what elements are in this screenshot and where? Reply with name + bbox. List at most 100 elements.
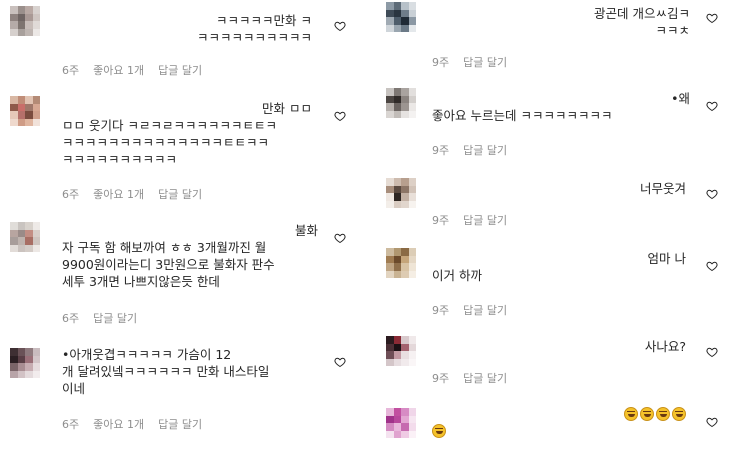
- avatar-pixel: [408, 358, 416, 366]
- avatar-pixel: [393, 430, 401, 438]
- avatar-pixel: [17, 222, 25, 230]
- avatar[interactable]: [386, 248, 416, 278]
- avatar-pixel: [401, 358, 409, 366]
- avatar-pixel: [386, 9, 394, 17]
- avatar-pixel: [401, 200, 409, 208]
- avatar[interactable]: [386, 178, 416, 208]
- avatar-pixel: [393, 103, 401, 111]
- avatar-pixel: [32, 118, 40, 126]
- avatar-pixel: [386, 343, 394, 351]
- avatar-pixel: [386, 351, 394, 359]
- laughing-crying-emoji: [640, 407, 654, 421]
- avatar-pixel: [393, 336, 401, 344]
- reply-button[interactable]: 답글 달기: [463, 214, 507, 227]
- avatar-pixel: [386, 430, 394, 438]
- avatar-pixel: [393, 263, 401, 271]
- avatar-pixel: [32, 237, 40, 245]
- like-heart-icon[interactable]: [334, 110, 346, 122]
- likes-count-button[interactable]: 좋아요 1개: [93, 64, 144, 77]
- comment-item: •왜 좋아요 누르는데 ㅋㅋㅋㅋㅋㅋㅋㅋ 9주 답글 달기: [372, 84, 732, 158]
- reply-button[interactable]: 답글 달기: [463, 144, 507, 157]
- comment-text: 만화 ㅁㅁ ㅁㅁ 웃기다 ㅋㄹㅋㄹㅋㅋㅋㅋㅋㅋㅌㅌㅋ ㅋㅋㅋㅋㅋㅋㅋㅋㅋㅋㅋㅋㅋㅋ…: [62, 101, 312, 167]
- comment-item: 만화 ㅁㅁ ㅁㅁ 웃기다 ㅋㄹㅋㄹㅋㅋㅋㅋㅋㅋㅌㅌㅋ ㅋㅋㅋㅋㅋㅋㅋㅋㅋㅋㅋㅋㅋㅋ…: [0, 88, 366, 201]
- avatar-pixel: [401, 9, 409, 17]
- avatar-pixel: [401, 351, 409, 359]
- like-heart-icon[interactable]: [706, 346, 718, 358]
- comment-item: 너무웃겨 9주 답글 달기: [372, 170, 732, 230]
- comment-meta: 6주 답글 달기: [62, 310, 151, 326]
- avatar[interactable]: [386, 336, 416, 366]
- avatar-pixel: [401, 336, 409, 344]
- avatar-pixel: [401, 255, 409, 263]
- avatar-pixel: [401, 430, 409, 438]
- likes-count-button[interactable]: 좋아요 1개: [93, 418, 144, 431]
- avatar-pixel: [386, 24, 394, 32]
- like-heart-icon[interactable]: [334, 232, 346, 244]
- reply-button[interactable]: 답글 달기: [463, 304, 507, 317]
- comment-text: [432, 406, 688, 440]
- comment-time: 9주: [432, 56, 450, 69]
- avatar-pixel: [17, 237, 25, 245]
- avatar-pixel: [25, 222, 33, 230]
- avatar-pixel: [393, 423, 401, 431]
- comment-time: 6주: [62, 64, 80, 77]
- avatar[interactable]: [10, 222, 40, 252]
- like-heart-icon[interactable]: [706, 416, 718, 428]
- like-heart-icon[interactable]: [334, 20, 346, 32]
- reply-button[interactable]: 답글 달기: [158, 188, 202, 201]
- avatar[interactable]: [386, 408, 416, 438]
- like-heart-icon[interactable]: [706, 100, 718, 112]
- avatar[interactable]: [10, 96, 40, 126]
- avatar[interactable]: [386, 88, 416, 118]
- avatar-pixel: [10, 355, 18, 363]
- comment-time: 6주: [62, 418, 80, 431]
- avatar-pixel: [17, 370, 25, 378]
- avatar-pixel: [393, 351, 401, 359]
- avatar-pixel: [17, 96, 25, 104]
- avatar-pixel: [25, 111, 33, 119]
- reply-button[interactable]: 답글 달기: [463, 372, 507, 385]
- avatar-pixel: [401, 408, 409, 416]
- like-heart-icon[interactable]: [706, 12, 718, 24]
- avatar-pixel: [408, 423, 416, 431]
- avatar-pixel: [386, 358, 394, 366]
- avatar-pixel: [386, 415, 394, 423]
- comment-time: 9주: [432, 304, 450, 317]
- avatar-pixel: [393, 415, 401, 423]
- like-heart-icon[interactable]: [706, 188, 718, 200]
- like-heart-icon[interactable]: [706, 260, 718, 272]
- avatar-pixel: [401, 263, 409, 271]
- comment-time: 9주: [432, 144, 450, 157]
- avatar-pixel: [401, 95, 409, 103]
- avatar[interactable]: [10, 6, 40, 36]
- avatar-pixel: [393, 88, 401, 96]
- avatar-pixel: [408, 351, 416, 359]
- likes-count-button[interactable]: 좋아요 1개: [93, 188, 144, 201]
- avatar-pixel: [25, 237, 33, 245]
- comment-item: ㅋㅋㅋㅋㅋ만화 ㅋ ㅋㅋㅋㅋㅋㅋㅋㅋㅋㅋ 6주 좋아요 1개 답글 달기: [0, 0, 366, 80]
- reply-button[interactable]: 답글 달기: [158, 64, 202, 77]
- avatar-pixel: [386, 193, 394, 201]
- avatar-pixel: [386, 103, 394, 111]
- comment-time: 6주: [62, 312, 80, 325]
- comment-item: 불화 자 구독 함 해보까여 ㅎㅎ 3개월까진 월 9900원이라는디 3만원으로…: [0, 210, 366, 325]
- comment-text: •왜 좋아요 누르는데 ㅋㅋㅋㅋㅋㅋㅋㅋ: [432, 91, 690, 123]
- avatar-pixel: [386, 88, 394, 96]
- reply-button[interactable]: 답글 달기: [158, 418, 202, 431]
- comment-meta: 9주 답글 달기: [432, 54, 521, 70]
- avatar-pixel: [408, 200, 416, 208]
- avatar[interactable]: [10, 348, 40, 378]
- avatar-pixel: [401, 270, 409, 278]
- avatar-pixel: [401, 88, 409, 96]
- like-heart-icon[interactable]: [334, 356, 346, 368]
- avatar-pixel: [408, 248, 416, 256]
- avatar-pixel: [408, 270, 416, 278]
- reply-button[interactable]: 답글 달기: [93, 312, 137, 325]
- avatar-pixel: [408, 9, 416, 17]
- avatar-pixel: [10, 222, 18, 230]
- avatar-pixel: [32, 355, 40, 363]
- laughing-crying-emoji: [432, 424, 446, 438]
- avatar-pixel: [408, 110, 416, 118]
- reply-button[interactable]: 답글 달기: [463, 56, 507, 69]
- avatar[interactable]: [386, 2, 416, 32]
